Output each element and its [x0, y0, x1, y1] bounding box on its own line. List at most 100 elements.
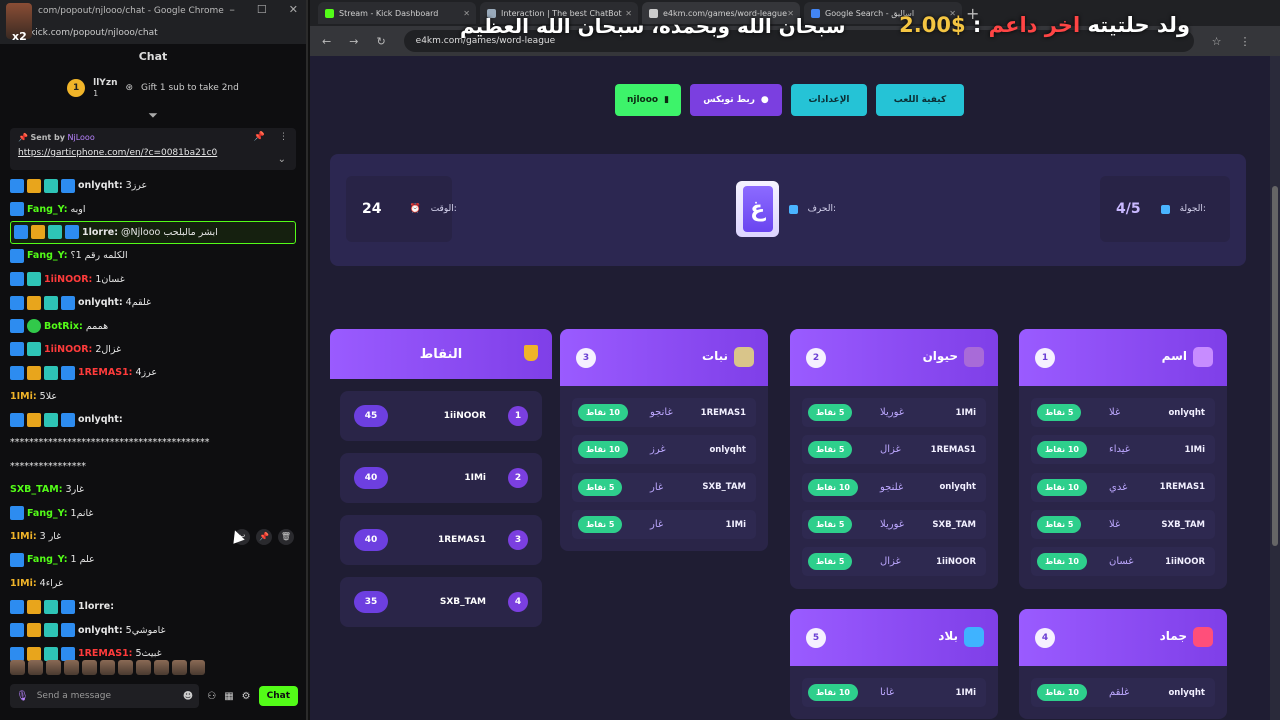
expand-pinned-icon[interactable]: ⌄ — [278, 154, 286, 165]
chat-username[interactable]: 1iiNOOR: — [44, 274, 92, 285]
pinned-sender[interactable]: NjLooo — [68, 133, 95, 142]
chat-username[interactable]: onlyqht: — [78, 297, 123, 308]
reload-icon[interactable]: ↻ — [376, 35, 385, 48]
chat-message[interactable]: onlyqht: عرز3 — [10, 174, 296, 197]
emote-icon[interactable] — [190, 660, 205, 675]
page-scrollbar[interactable] — [1270, 56, 1280, 720]
category-card: 5 بلاد 10 نقاط غانا 1IMi — [790, 609, 998, 720]
chat-message[interactable]: 1IMi: غار 3 ↩ 📌 🗑 — [10, 525, 296, 548]
chat-message[interactable]: SXB_TAM: غار3 — [10, 478, 296, 501]
answer-points: 10 نقاط — [1037, 553, 1087, 571]
settings-gear-icon[interactable]: ⚙ — [242, 691, 251, 702]
back-icon[interactable]: ← — [322, 35, 331, 48]
maximize-icon[interactable]: ☐ — [257, 3, 267, 16]
chat-username[interactable]: onlyqht: — [78, 180, 123, 191]
scrollbar-thumb[interactable] — [1272, 186, 1278, 546]
user-button[interactable]: njlooo ▮ — [615, 84, 681, 116]
chat-text: 5غبيث — [135, 648, 162, 659]
microphone-icon[interactable]: 🎙 — [16, 691, 29, 702]
chat-message[interactable]: 1REMAS1: عرز4 — [10, 361, 296, 384]
forward-icon[interactable]: → — [349, 35, 358, 48]
chat-username[interactable]: SXB_TAM: — [10, 484, 63, 495]
chat-message[interactable]: Fang_Y: الكلمه رقم 1؟ — [10, 244, 296, 267]
chat-username[interactable]: Fang_Y: — [27, 204, 68, 215]
chat-username[interactable]: 1lorre: — [78, 601, 114, 612]
chevron-down-icon[interactable]: ⏷ — [0, 108, 306, 122]
chat-username[interactable]: 1IMi: — [10, 531, 37, 542]
menu-icon[interactable]: ⋮ — [1240, 35, 1251, 48]
chat-message[interactable]: onlyqht: — [10, 408, 296, 431]
chat-username[interactable]: 1lorre: — [82, 227, 118, 238]
category-number: 1 — [1035, 347, 1055, 368]
chat-username[interactable]: Fang_Y: — [27, 250, 68, 261]
send-chat-button[interactable]: Chat — [258, 686, 298, 706]
chat-message[interactable]: 1lorre: @Njlooo ابشر مالبلحب — [10, 220, 296, 245]
pinned-link[interactable]: https://garticphone.com/en/?c=0081ba21c0 — [18, 148, 288, 158]
chat-message[interactable]: Fang_Y: 1 علم — [10, 548, 296, 571]
bookmark-star-icon[interactable]: ☆ — [1212, 35, 1222, 48]
blue-badge-icon — [61, 646, 75, 661]
chat-username[interactable]: 1REMAS1: — [78, 648, 132, 659]
cyan-badge-icon — [44, 365, 58, 380]
answer-word: غار — [650, 519, 664, 531]
blue-badge-icon — [61, 599, 75, 614]
chat-username[interactable]: BotRix: — [44, 321, 83, 332]
chat-message[interactable]: onlyqht: 4غلقم — [10, 291, 296, 314]
emote-icon[interactable] — [10, 660, 25, 675]
answer-row: 10 نقاط غرز onlyqht — [560, 431, 768, 468]
round-box: 4/5 الجولة: — [1100, 176, 1230, 242]
chat-message[interactable]: **************** — [10, 455, 296, 478]
unpin-icon[interactable]: 📌 — [254, 132, 265, 142]
chat-username[interactable]: Fang_Y: — [27, 554, 68, 565]
more-options-icon[interactable]: ⋮ — [279, 132, 288, 142]
chat-message[interactable]: 1IMi: غراء4 — [10, 572, 296, 595]
store-icon[interactable]: ▦ — [224, 691, 233, 702]
round-info-bar: 24 ⏰ الوقت: غ الحرف: 4/5 الجولة: — [330, 154, 1246, 266]
chat-message[interactable]: 1iiNOOR: غسان1 — [10, 268, 296, 291]
emote-icon[interactable] — [172, 660, 187, 675]
chat-username[interactable]: 1IMi: — [10, 578, 37, 589]
emoji-icon[interactable]: ☻ — [183, 691, 193, 702]
minimize-icon[interactable]: – — [229, 3, 235, 16]
emote-icon[interactable] — [46, 660, 61, 675]
category-header: 1 اسم — [1019, 329, 1227, 386]
chat-username[interactable]: onlyqht: — [78, 414, 123, 425]
chat-username[interactable]: onlyqht: — [78, 625, 123, 636]
emote-icon[interactable] — [100, 660, 115, 675]
browser-tab[interactable]: Stream - Kick Dashboard ✕ — [318, 2, 476, 24]
emote-icon[interactable] — [64, 660, 79, 675]
chat-url-bar[interactable]: kick.com/popout/njlooo/chat — [0, 22, 306, 44]
message-input[interactable]: 🎙 Send a message ☻ — [10, 684, 200, 708]
close-icon[interactable]: ✕ — [289, 3, 298, 16]
emote-icon[interactable] — [82, 660, 97, 675]
category-title: نبات — [702, 349, 728, 363]
chat-message[interactable]: 1IMi: 5علا — [10, 385, 296, 408]
settings-button[interactable]: الإعدادات — [791, 84, 867, 116]
chat-message[interactable]: Fang_Y: اوبه — [10, 197, 296, 220]
chat-username[interactable]: Fang_Y: — [27, 508, 68, 519]
emote-icon[interactable] — [28, 660, 43, 675]
chat-username[interactable]: 1IMi: — [10, 391, 37, 402]
chat-message[interactable]: ****************************************… — [10, 431, 296, 454]
emote-icon[interactable] — [118, 660, 133, 675]
answer-word: غار — [650, 481, 664, 493]
chat-message[interactable]: Fang_Y: 1غانم — [10, 501, 296, 524]
answer-row: 5 نقاط غار 1IMi — [560, 506, 768, 543]
link-account-button[interactable]: ربط توبكس ● — [690, 84, 782, 116]
gift-leaderboard[interactable]: 1 llYzn 1 ⊛ Gift 1 sub to take 2nd — [0, 68, 306, 108]
overlay-sep: : — [972, 13, 982, 37]
pin-icon[interactable]: 📌 — [256, 528, 272, 545]
chat-text: عرز3 — [125, 180, 148, 192]
category-number: 5 — [806, 627, 826, 648]
chat-message[interactable]: BotRix: هممم — [10, 314, 296, 337]
emote-icon[interactable] — [136, 660, 151, 675]
how-to-play-button[interactable]: كيفية اللعب — [876, 84, 964, 116]
chat-message[interactable]: onlyqht: غاموشي5 — [10, 618, 296, 641]
emote-icon[interactable] — [154, 660, 169, 675]
chat-message[interactable]: 1lorre: — [10, 595, 296, 618]
chat-message[interactable]: 1iiNOOR: غزال2 — [10, 338, 296, 361]
chat-username[interactable]: 1REMAS1: — [78, 367, 132, 378]
chat-username[interactable]: 1iiNOOR: — [44, 344, 92, 355]
share-icon[interactable]: ⚇ — [207, 691, 216, 702]
delete-icon[interactable]: 🗑 — [278, 528, 294, 545]
